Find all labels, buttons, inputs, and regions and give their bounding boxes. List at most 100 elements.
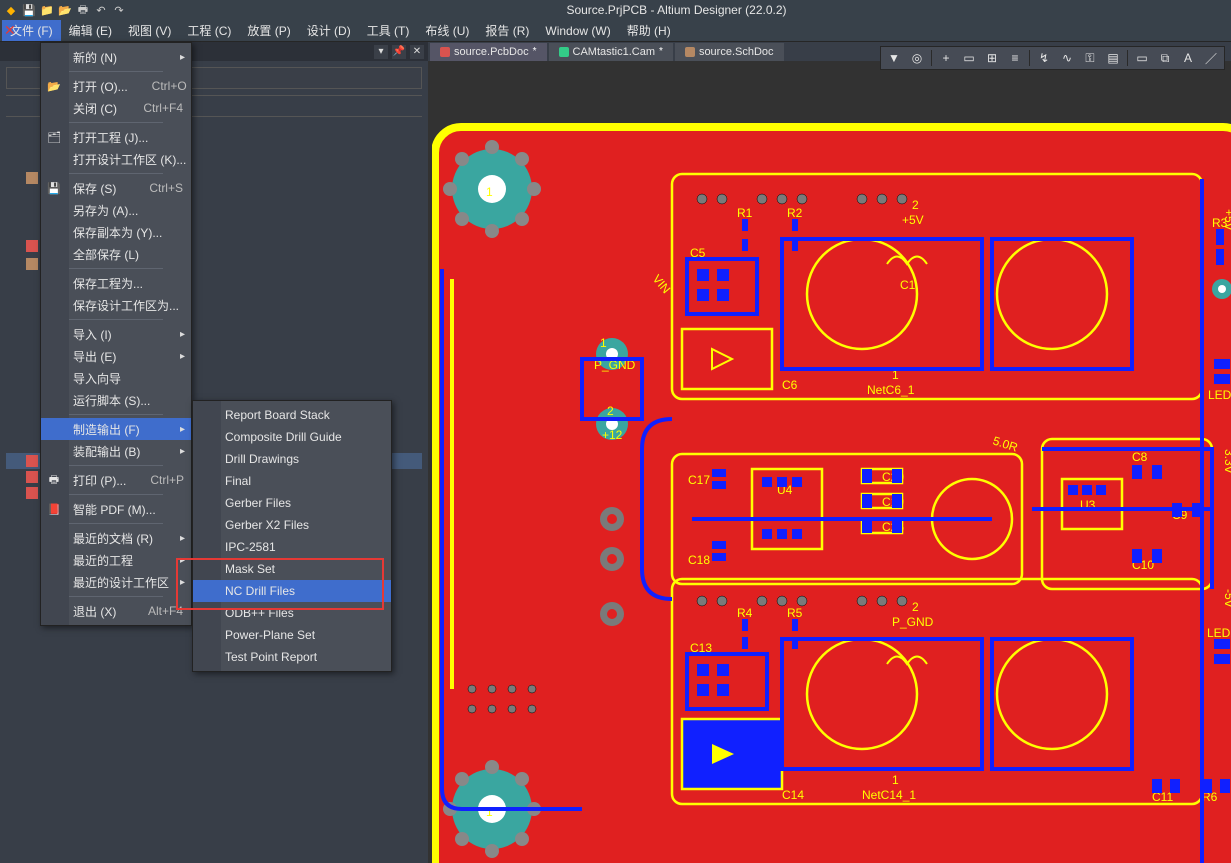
grid-icon[interactable]: ⊞ [981,48,1003,68]
file-menu-item[interactable]: 全部保存 (L) [41,243,191,265]
menu-project[interactable]: 工程 (C) [179,20,239,41]
text-icon[interactable]: A [1177,48,1199,68]
svg-text:P_GND: P_GND [892,615,934,629]
svg-text:+5V: +5V [902,213,924,227]
file-menu-item[interactable]: 运行脚本 (S)... [41,389,191,411]
file-menu-item[interactable]: 另存为 (A)... [41,199,191,221]
menu-route[interactable]: 布线 (U) [417,20,477,41]
print-icon: 🖶 [47,473,61,487]
print-qa-icon[interactable]: 🖶 [76,3,90,17]
doc-tab-pcbdoc[interactable]: source.PcbDoc * [430,43,547,61]
quick-access: ◆ 💾 📁 📂 🖶 ↶ ↷ [4,3,126,17]
menu-tools[interactable]: 工具 (T) [359,20,418,41]
svg-text:LED2: LED2 [1207,626,1231,640]
fab-menu-item[interactable]: ODB++ Files [193,602,391,624]
redo-icon[interactable]: ↷ [112,3,126,17]
chevron-right-icon: ▸ [180,533,185,544]
file-menu-item[interactable]: 最近的工程▸ [41,549,191,571]
panel-close-icon[interactable]: ✕ [410,45,424,59]
menu-window[interactable]: Window (W) [537,22,618,40]
select-icon[interactable]: ▭ [1131,48,1153,68]
menu-view[interactable]: 视图 (V) [120,20,179,41]
file-menu-item[interactable]: 最近的设计工作区▸ [41,571,191,593]
board-icon[interactable]: ▤ [1102,48,1124,68]
menu-edit[interactable]: 编辑 (E) [61,20,120,41]
file-menu-item[interactable]: 📕智能 PDF (M)... [41,498,191,520]
fab-menu-item[interactable]: Gerber X2 Files [193,514,391,536]
fab-menu-item[interactable]: Drill Drawings [193,448,391,470]
file-menu-item[interactable]: 保存工程为... [41,272,191,294]
undo-icon[interactable]: ↶ [94,3,108,17]
svg-text:-5V: -5V [1222,589,1231,608]
fab-menu-item[interactable]: Power-Plane Set [193,624,391,646]
menu-place[interactable]: 放置 (P) [239,20,298,41]
file-menu-item[interactable]: 📂打开 (O)...Ctrl+O [41,75,191,97]
file-menu-item[interactable]: 🗂打开工程 (J)... [41,126,191,148]
file-menu-item[interactable]: 保存副本为 (Y)... [41,221,191,243]
rect-icon[interactable]: ▭ [958,48,980,68]
fab-menu-item[interactable]: Composite Drill Guide [193,426,391,448]
chart-icon[interactable]: ⧉ [1154,48,1176,68]
chevron-right-icon: ▸ [180,577,185,588]
close-icon[interactable]: ✕ [4,22,16,39]
pcb-canvas-wrap: 1 1 VIN +5V [428,61,1231,863]
pdf-icon: 📕 [47,502,61,516]
fab-menu-item[interactable]: Test Point Report [193,646,391,668]
dropdown-icon[interactable]: ▾ [374,45,388,59]
doc-tab-schdoc[interactable]: source.SchDoc [675,43,784,61]
save-icon[interactable]: 💾 [22,3,36,17]
menu-help[interactable]: 帮助 (H) [619,20,679,41]
svg-text:+12: +12 [602,428,623,442]
key-icon[interactable]: ⚿ [1079,48,1101,68]
svg-text:1: 1 [600,336,607,350]
file-menu-item[interactable]: 导入 (I)▸ [41,323,191,345]
svg-text:3.3V: 3.3V [1222,449,1231,474]
layers-icon[interactable]: ≡ [1004,48,1026,68]
svg-text:R4: R4 [737,606,753,620]
plus-icon[interactable]: + [935,48,957,68]
fab-menu-item[interactable]: Mask Set [193,558,391,580]
fab-menu-item[interactable]: NC Drill Files [193,580,391,602]
svg-text:LED1: LED1 [1208,388,1231,402]
file-menu-item[interactable]: 导出 (E)▸ [41,345,191,367]
open-icon: 📂 [47,79,61,93]
file-menu-item[interactable]: 🖶打印 (P)...Ctrl+P [41,469,191,491]
svg-text:2: 2 [912,600,919,614]
title-bar: ◆ 💾 📁 📂 🖶 ↶ ↷ Source.PrjPCB - Altium Des… [0,0,1231,20]
chevron-right-icon: ▸ [180,446,185,457]
route-icon[interactable]: ↯ [1033,48,1055,68]
open2-icon[interactable]: 📂 [58,3,72,17]
file-menu-item[interactable]: 打开设计工作区 (K)... [41,148,191,170]
svg-text:C17: C17 [688,473,710,487]
file-menu-item[interactable]: 保存设计工作区为... [41,294,191,316]
svg-text:C1: C1 [900,278,916,292]
menu-design[interactable]: 设计 (D) [299,20,359,41]
chevron-right-icon: ▸ [180,555,185,566]
fab-menu-item[interactable]: Final [193,470,391,492]
doc-tab-cam[interactable]: CAMtastic1.Cam * [549,43,673,61]
file-menu-item[interactable]: 💾保存 (S)Ctrl+S [41,177,191,199]
file-menu-item[interactable]: 退出 (X)Alt+F4 [41,600,191,622]
file-menu-item[interactable]: 导入向导 [41,367,191,389]
fab-menu-item[interactable]: Report Board Stack [193,404,391,426]
snap-icon[interactable]: ◎ [906,48,928,68]
fab-menu-item[interactable]: Gerber Files [193,492,391,514]
file-menu-item[interactable]: 新的 (N)▸ [41,46,191,68]
svg-text:R5: R5 [787,606,803,620]
file-menu-item[interactable]: 装配输出 (B)▸ [41,440,191,462]
pcb-icon [440,47,450,57]
open-folder-icon[interactable]: 📁 [40,3,54,17]
pcb-canvas[interactable]: 1 1 VIN +5V [432,89,1231,863]
file-menu-item[interactable]: 制造输出 (F)▸ [41,418,191,440]
fab-menu-item[interactable]: IPC-2581 [193,536,391,558]
wave-icon[interactable]: ∿ [1056,48,1078,68]
filter-icon[interactable]: ▼ [883,48,905,68]
document-area: source.PcbDoc * CAMtastic1.Cam * source.… [428,42,1231,863]
svg-text:NetC6_1: NetC6_1 [867,383,915,397]
mounting-hole-tl: 1 [443,140,541,238]
line-icon[interactable]: ／ [1200,48,1222,68]
file-menu-item[interactable]: 关闭 (C)Ctrl+F4 [41,97,191,119]
pin-icon[interactable]: 📌 [392,45,406,59]
menu-reports[interactable]: 报告 (R) [477,20,537,41]
file-menu-item[interactable]: 最近的文档 (R)▸ [41,527,191,549]
